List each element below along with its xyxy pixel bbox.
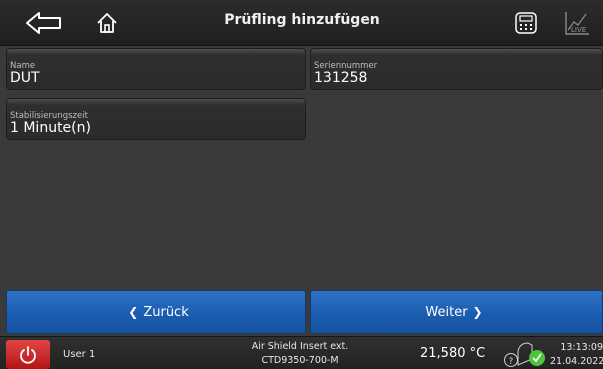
user-name[interactable]: User 1 [63, 349, 95, 360]
power-icon [20, 345, 36, 364]
serial-number-value: 131258 [314, 70, 368, 86]
back-button[interactable] [24, 8, 64, 38]
date: 21.04.2022 [550, 356, 603, 367]
zurueck-label: Zurück [143, 304, 189, 320]
device-model: CTD9350-700-M [261, 355, 339, 366]
name-field-value: DUT [10, 70, 40, 86]
weiter-label: Weiter [425, 304, 468, 320]
live-chart-icon: LIVE [565, 12, 589, 35]
clock: 13:13:09 21.04.2022 [550, 341, 603, 369]
weiter-button[interactable]: Weiter ❯ [310, 290, 603, 334]
stabilization-time-field[interactable]: Stabilisierungszeit 1 Minute(n) [6, 98, 306, 140]
header-bar: Prüfling hinzufügen LIVE [0, 0, 603, 46]
home-icon [97, 13, 117, 33]
calculator-icon [515, 12, 537, 34]
calculator-button[interactable] [510, 8, 542, 38]
back-arrow-icon [26, 12, 61, 34]
stabilization-time-value: 1 Minute(n) [10, 120, 91, 136]
connection-status[interactable]: ? [502, 339, 548, 369]
connection-ok-icon: ? [504, 342, 545, 367]
page-title: Prüfling hinzufügen [224, 12, 380, 28]
device-name: Air Shield Insert ext. [251, 341, 349, 352]
power-button[interactable] [6, 340, 50, 369]
device-screen: Prüfling hinzufügen LIVE Name DUT Serien… [0, 0, 603, 369]
serial-number-field[interactable]: Seriennummer 131258 [310, 48, 603, 90]
time: 13:13:09 [560, 342, 603, 353]
chevron-left-icon: ❮ [128, 305, 139, 319]
live-chart-button[interactable]: LIVE [562, 8, 592, 38]
status-bar: User 1 Air Shield Insert ext. CTD9350-70… [0, 336, 603, 369]
name-field[interactable]: Name DUT [6, 48, 306, 90]
device-info: Air Shield Insert ext. CTD9350-700-M [220, 340, 380, 368]
home-button[interactable] [90, 8, 124, 38]
svg-text:?: ? [509, 357, 514, 367]
zurueck-button[interactable]: ❮ Zurück [6, 290, 306, 334]
temperature-readout: 21,580 °C [420, 346, 486, 361]
chevron-right-icon: ❯ [472, 305, 483, 319]
live-label: LIVE [571, 26, 586, 34]
